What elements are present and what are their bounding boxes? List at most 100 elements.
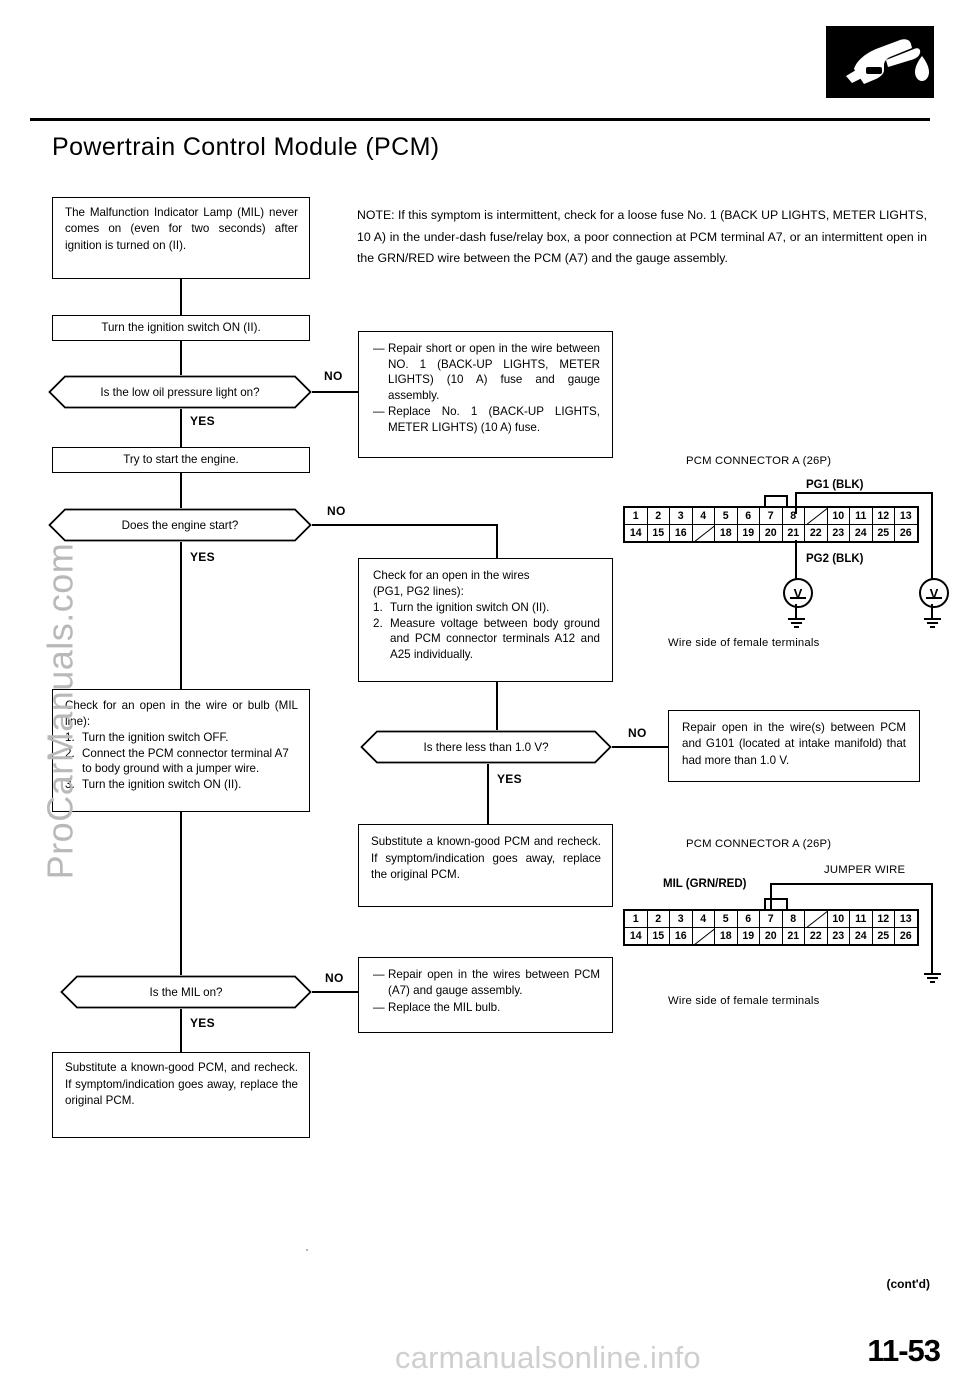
connector-bottom-pin-grid: 1 2 3 4 5 6 7 8 10 11 12 13 14 15 16 18 19 20 21 22 23 24 25 2…	[623, 909, 919, 946]
note-text: NOTE: If this symptom is intermittent, c…	[357, 208, 927, 265]
pin-cell-5: 5	[715, 508, 738, 524]
pin-cell-24: 24	[850, 525, 873, 541]
branch-line-no	[612, 746, 668, 748]
decision-engine-start-label: Does the engine start?	[121, 518, 239, 532]
g101-repair-text: Repair open in the wire(s) between PCM a…	[682, 721, 906, 767]
pin-cell-13: 13	[899, 913, 912, 925]
outcome-item: — Repair open in the wires between PCM (…	[373, 967, 600, 998]
pin-cell-16: 16	[670, 928, 693, 944]
connector-top-title: PCM CONNECTOR A (26P)	[686, 455, 832, 467]
dash-marker: —	[373, 968, 385, 981]
connector-top-pg2-label: PG2 (BLK)	[806, 553, 864, 565]
pin-cell-6: 6	[738, 508, 760, 524]
connector-line	[180, 1009, 182, 1052]
watermark-left: ProCarManuals.com	[39, 542, 81, 880]
ground-symbol-jumper	[924, 973, 941, 985]
jumper-wire-horizontal	[770, 883, 933, 885]
pin-cell-25: 25	[873, 928, 895, 944]
pin-row-bottom: 14 15 16 18 19 20 21 22 23 24 25 26	[625, 525, 917, 541]
print-artifact	[306, 1249, 308, 1251]
pg1-wire-vertical	[795, 492, 797, 514]
branch-line-no-drop	[496, 524, 498, 558]
pg1-ground-lead	[931, 604, 933, 618]
step-text: Connect the PCM connector terminal A7 to…	[82, 746, 289, 776]
connector-line	[496, 682, 498, 730]
outcome-item: — Replace the MIL bulb.	[373, 1000, 600, 1016]
pin-cell-11: 11	[850, 911, 873, 927]
decision-low-oil-pressure-light: Is the low oil pressure light on?	[48, 375, 312, 409]
fuel-nozzle-logo	[826, 26, 934, 98]
pin-cell-blank	[805, 911, 828, 927]
step-ignition-on-text: Turn the ignition switch ON (II).	[101, 321, 261, 334]
pin-cell-18: 18	[715, 928, 738, 944]
pin-cell-26: 26	[899, 930, 912, 942]
decision-engine-start: Does the engine start?	[48, 508, 312, 542]
branch-label-yes: YES	[497, 772, 522, 786]
outcome-item: — Replace No. 1 (BACK-UP LIGHTS, METER L…	[373, 404, 600, 435]
pin-cell-12: 12	[873, 911, 895, 927]
voltmeter-pg1: V	[919, 578, 949, 608]
watermark-bottom: carmanualsonline.info	[395, 1340, 701, 1375]
pin-cell-23: 23	[828, 928, 850, 944]
check-pg-lines-lead2: (PG1, PG2 lines):	[373, 584, 464, 598]
pin-cell-2: 2	[648, 911, 670, 927]
pin-cell-4: 4	[693, 508, 715, 524]
connector-line	[180, 279, 182, 315]
pin-cell-22: 22	[805, 928, 828, 944]
connector-line	[180, 409, 182, 447]
check-mil-line-step: 2. Connect the PCM connector terminal A7…	[65, 746, 298, 777]
pin-cell-18: 18	[715, 525, 738, 541]
pin-cell-21: 21	[783, 928, 805, 944]
check-mil-line-box: Check for an open in the wire or bulb (M…	[52, 689, 310, 812]
pin-cell-20: 20	[760, 525, 783, 541]
step-text: Turn the ignition switch OFF.	[82, 731, 229, 745]
voltmeter-symbol: V	[929, 585, 939, 601]
pin-cell-11: 11	[850, 508, 873, 524]
pin-cell-blank	[693, 928, 715, 944]
connector-top-pg1-label: PG1 (BLK)	[806, 479, 864, 491]
pin-cell-13: 13	[899, 510, 912, 522]
pin-cell-22: 22	[805, 525, 828, 541]
outcome-text: Repair short or open in the wire between…	[388, 342, 600, 402]
outcome-item: — Repair short or open in the wire betwe…	[373, 341, 600, 403]
step-text: Measure voltage between body ground and …	[390, 616, 600, 661]
pin-row-top: 1 2 3 4 5 6 7 8 10 11 12 13	[625, 911, 917, 928]
pin-cell-26: 26	[899, 527, 912, 539]
connector-top-pin-grid: 1 2 3 4 5 6 7 8 10 11 12 13 14 15 16 18 19 20 21 22 23 24 25 2…	[623, 506, 919, 543]
decision-less-than-1v-label: Is there less than 1.0 V?	[423, 740, 549, 754]
voltmeter-symbol: V	[793, 585, 803, 601]
pin-cell-4: 4	[693, 911, 715, 927]
branch-label-yes: YES	[190, 550, 215, 564]
decision-less-than-1v: Is there less than 1.0 V?	[360, 730, 612, 764]
branch-label-no: NO	[324, 369, 343, 383]
step-number: 2.	[373, 616, 383, 630]
connector-line	[180, 341, 182, 375]
check-mil-line-step: 3. Turn the ignition switch ON (II).	[65, 777, 298, 793]
pin-cell-25: 25	[873, 525, 895, 541]
connector-line	[180, 812, 182, 975]
substitute-pcm-bottom-box: Substitute a known-good PCM, and recheck…	[52, 1052, 310, 1138]
pin-row-bottom: 14 15 16 18 19 20 21 22 23 24 25 26	[625, 928, 917, 944]
check-pg-lines-box: Check for an open in the wires (PG1, PG2…	[358, 558, 613, 682]
connector-bottom-jumper-label: JUMPER WIRE	[824, 864, 906, 876]
pin-cell-19: 19	[738, 928, 760, 944]
pin-cell-21: 21	[783, 525, 805, 541]
outcome-text: Replace the MIL bulb.	[388, 1001, 501, 1015]
ground-symbol-pg2	[788, 618, 805, 630]
pin-cell-2: 2	[648, 508, 670, 524]
branch-line-no	[312, 991, 360, 993]
pg1-wire-horizontal	[795, 492, 933, 494]
pin-row-top: 1 2 3 4 5 6 7 8 10 11 12 13	[625, 508, 917, 525]
pin-cell-3: 3	[670, 508, 693, 524]
header-divider	[30, 118, 930, 121]
connector-bottom-caption: Wire side of female terminals	[668, 995, 820, 1007]
pin-cell-10: 10	[828, 508, 850, 524]
pin-cell-1: 1	[625, 911, 648, 927]
mil-wire-repair-box: — Repair open in the wires between PCM (…	[358, 957, 613, 1033]
fuse-repair-box: — Repair short or open in the wire betwe…	[358, 331, 613, 458]
connector-bottom-mil-label: MIL (GRN/RED)	[663, 878, 747, 890]
pin-cell-15: 15	[648, 525, 670, 541]
pin-cell-8: 8	[783, 508, 805, 524]
connector-line	[487, 764, 489, 824]
branch-label-no: NO	[327, 504, 346, 518]
